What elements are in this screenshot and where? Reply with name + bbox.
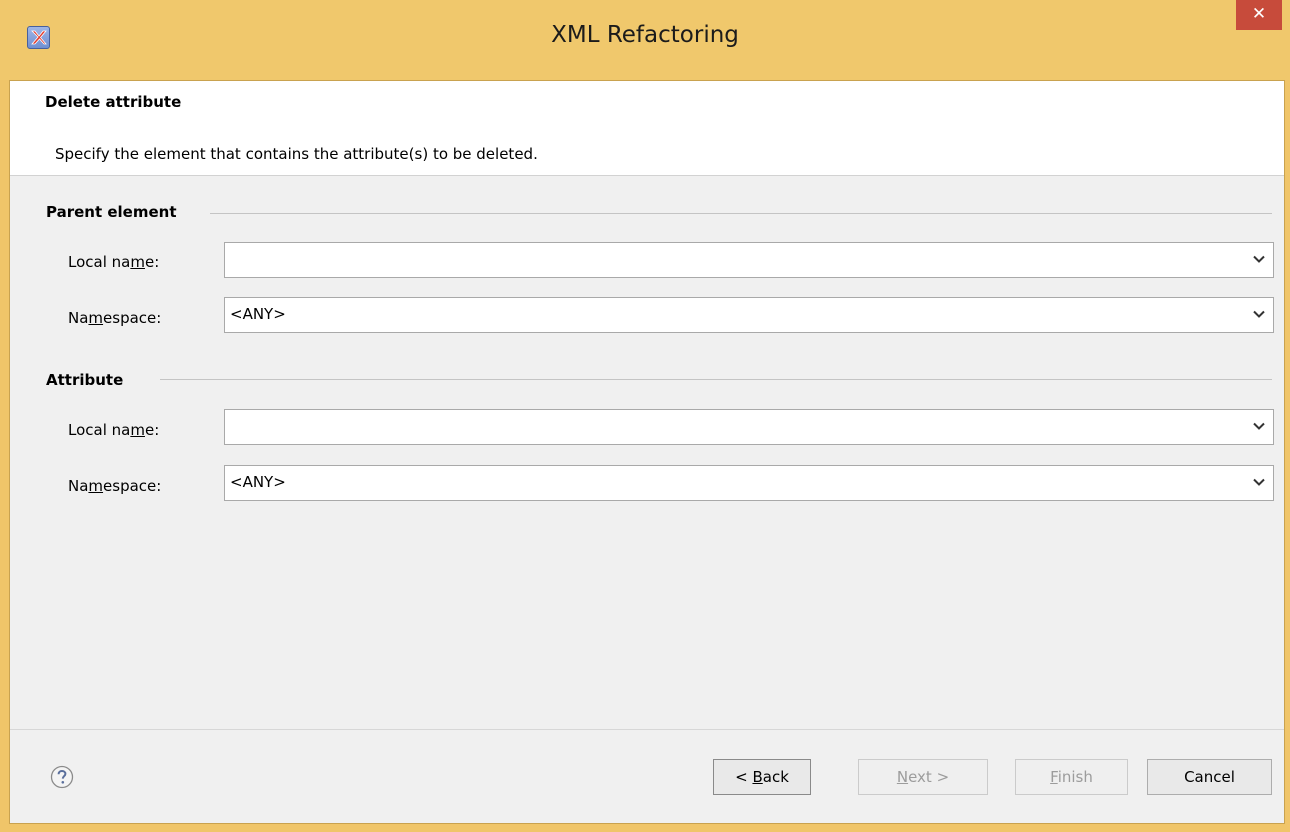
next-button[interactable]: Next > [858, 759, 988, 795]
cancel-button[interactable]: Cancel [1147, 759, 1272, 795]
attribute-namespace-label: Namespace: [68, 477, 162, 495]
page-description: Specify the element that contains the at… [55, 145, 538, 163]
parent-namespace-value: <ANY> [230, 305, 286, 323]
title-bar: XML Refactoring ✕ [0, 0, 1290, 80]
attribute-namespace-value: <ANY> [230, 473, 286, 491]
parent-namespace-combo[interactable]: <ANY> [224, 297, 1274, 333]
attribute-local-name-label: Local name: [68, 421, 160, 439]
close-icon: ✕ [1251, 4, 1267, 24]
question-mark-icon[interactable] [50, 765, 74, 789]
attribute-group-label: Attribute [46, 371, 132, 389]
page-title: Delete attribute [45, 93, 182, 111]
finish-button[interactable]: Finish [1015, 759, 1128, 795]
parent-local-name-label: Local name: [68, 253, 160, 271]
attribute-namespace-combo[interactable]: <ANY> [224, 465, 1274, 501]
parent-element-group-label: Parent element [46, 203, 185, 221]
chevron-down-icon[interactable] [1253, 422, 1265, 431]
footer-separator [10, 729, 1284, 730]
window-title: XML Refactoring [551, 22, 739, 48]
attribute-local-name-combo[interactable] [224, 409, 1274, 445]
chevron-down-icon[interactable] [1253, 478, 1265, 487]
chevron-down-icon[interactable] [1253, 310, 1265, 319]
parent-namespace-label: Namespace: [68, 309, 162, 327]
back-button[interactable]: < Back [713, 759, 811, 795]
dialog-body: Delete attribute Specify the element tha… [9, 80, 1285, 824]
group-separator [160, 379, 1272, 380]
wizard-header: Delete attribute Specify the element tha… [10, 81, 1284, 176]
chevron-down-icon[interactable] [1253, 255, 1265, 264]
close-button[interactable]: ✕ [1236, 0, 1282, 30]
parent-local-name-combo[interactable] [224, 242, 1274, 278]
group-separator [210, 213, 1272, 214]
